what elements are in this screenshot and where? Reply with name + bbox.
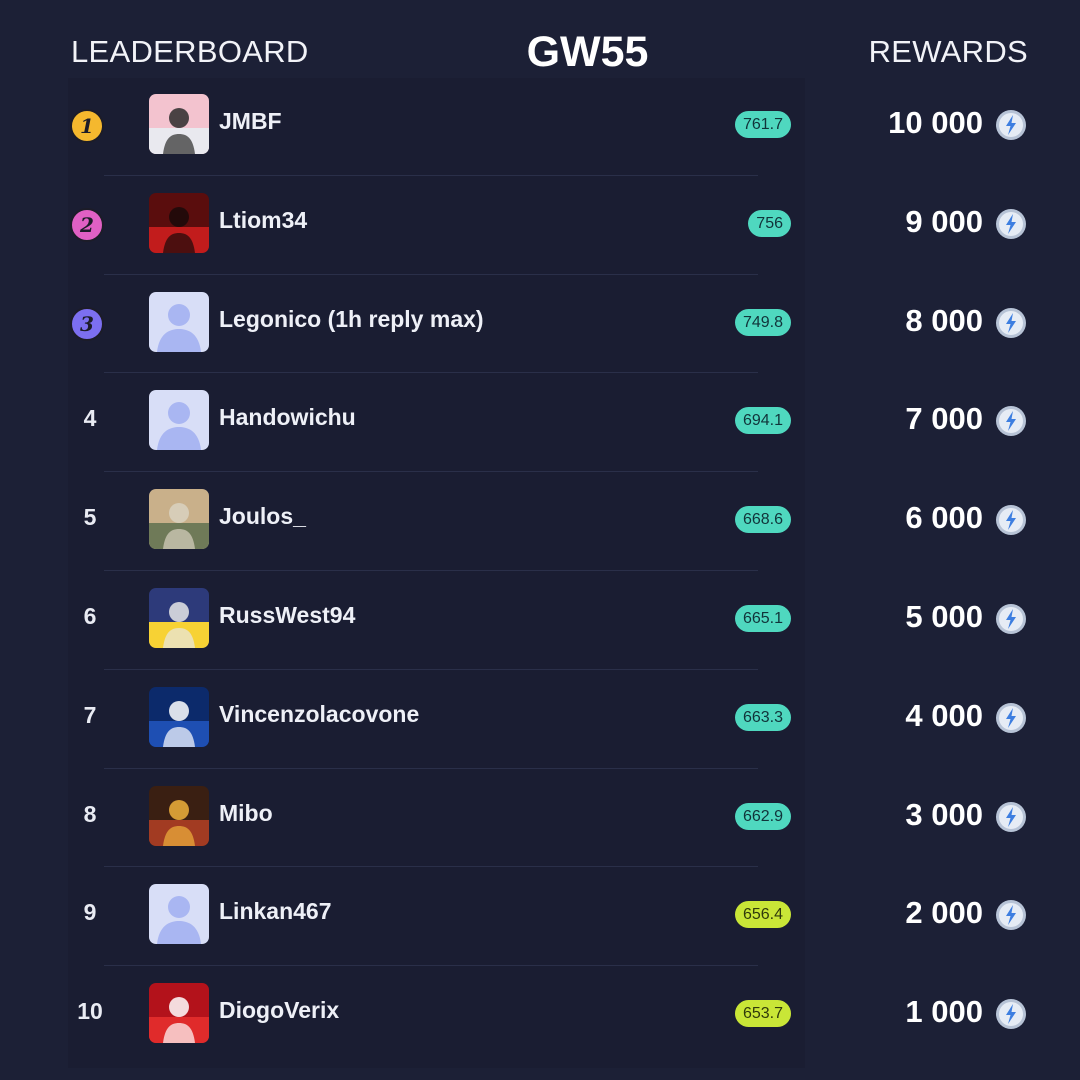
coin-bolt-icon [995,998,1027,1030]
leaderboard-row[interactable]: 3 Legonico (1h reply max) 749.8 8 000 [0,275,1080,374]
reward-amount: 1 000 [905,994,983,1030]
default-avatar-icon[interactable] [149,884,209,945]
player-name[interactable]: Handowichu [219,404,356,431]
score-badge: 662.9 [734,802,791,830]
leaderboard-list: 1 JMBF 761.7 10 000 2 Ltiom34 756 9 000 3 Legonic… [0,77,1080,1065]
leaderboard-row[interactable]: 1 JMBF 761.7 10 000 [0,77,1080,176]
rank-number: 7 [83,701,97,728]
avatar[interactable] [149,983,209,1044]
reward-amount: 7 000 [905,401,983,437]
default-avatar-icon[interactable] [149,390,209,451]
avatar[interactable] [149,587,209,648]
player-name[interactable]: Legonico (1h reply max) [219,306,484,333]
reward-amount: 9 000 [905,203,983,239]
rewards-title: REWARDS [868,34,1028,69]
player-name[interactable]: Joulos_ [219,503,306,530]
leaderboard-row[interactable]: 10 DiogoVerix 653.7 1 000 [0,966,1080,1065]
reward-amount: 4 000 [905,697,983,733]
rank-number: 6 [83,602,97,629]
rank-pink-medal-icon: 2 [70,207,104,242]
leaderboard-row[interactable]: 7 Vincenzolacovone 663.3 4 000 [0,670,1080,769]
avatar[interactable] [149,785,209,846]
rank-number: 4 [83,405,97,432]
score-badge: 761.7 [734,111,791,138]
coin-bolt-icon [995,603,1027,635]
reward-amount: 10 000 [888,105,983,140]
reward-amount: 6 000 [905,500,983,536]
coin-bolt-icon [995,504,1027,536]
rank-number: 8 [83,800,97,827]
player-name[interactable]: DiogoVerix [219,997,339,1024]
player-name[interactable]: Vincenzolacovone [219,701,419,728]
leaderboard-row[interactable]: 5 Joulos_ 668.6 6 000 [0,472,1080,571]
leaderboard-row[interactable]: 4 Handowichu 694.1 7 000 [0,373,1080,473]
score-badge: 653.7 [734,1000,791,1028]
leaderboard-row[interactable]: 2 Ltiom34 756 9 000 [0,176,1080,275]
player-name[interactable]: RussWest94 [219,602,355,629]
player-name[interactable]: JMBF [219,108,282,135]
coin-bolt-icon [995,801,1027,833]
player-name[interactable]: Ltiom34 [219,207,307,234]
rank-number: 9 [83,899,97,926]
coin-bolt-icon [995,702,1027,734]
player-name[interactable]: Mibo [219,800,273,827]
reward-amount: 5 000 [905,598,983,634]
score-badge: 656.4 [734,901,791,929]
coin-bolt-icon [995,899,1027,931]
avatar[interactable] [149,192,209,253]
rank-number: 5 [83,504,97,531]
leaderboard-row[interactable]: 9 Linkan467 656.4 2 000 [0,867,1080,967]
avatar[interactable] [149,489,209,550]
reward-amount: 3 000 [905,796,983,832]
score-badge: 663.3 [734,703,791,731]
coin-bolt-icon [995,405,1027,437]
reward-amount: 8 000 [905,302,983,338]
avatar[interactable] [149,94,209,154]
coin-bolt-icon [995,208,1027,240]
reward-amount: 2 000 [905,895,983,931]
default-avatar-icon[interactable] [149,291,209,352]
coin-bolt-icon [995,109,1027,141]
score-badge: 694.1 [734,407,791,435]
score-badge: 756 [748,209,791,237]
score-badge: 668.6 [734,506,791,534]
avatar[interactable] [149,686,209,747]
score-badge: 749.8 [734,308,791,336]
leaderboard-row[interactable]: 6 RussWest94 665.1 5 000 [0,571,1080,670]
leaderboard-row[interactable]: 8 Mibo 662.9 3 000 [0,769,1080,868]
rank-number: 10 [77,998,103,1025]
player-name[interactable]: Linkan467 [219,898,332,925]
rank-gold-medal-icon: 1 [70,109,104,143]
score-badge: 665.1 [734,604,791,632]
coin-bolt-icon [995,307,1027,339]
rank-purple-medal-icon: 3 [70,306,104,341]
